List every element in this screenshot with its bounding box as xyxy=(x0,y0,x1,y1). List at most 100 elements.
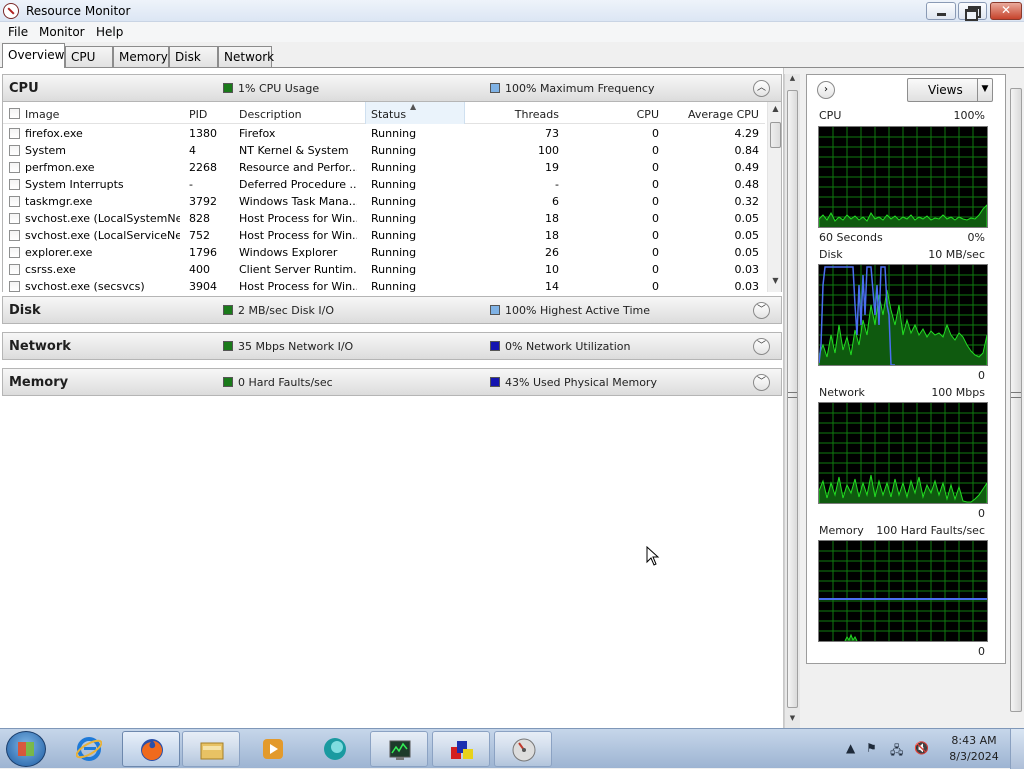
main-pane-scrollbar[interactable]: ▲ ▼ xyxy=(784,74,800,728)
cpu-table-scrollbar[interactable]: ▲ ▼ xyxy=(767,102,781,292)
row-checkbox[interactable] xyxy=(9,247,20,258)
table-cell: 0.05 xyxy=(734,212,760,225)
main-scroll-thumb[interactable] xyxy=(787,90,798,708)
main-scroll-up-arrow-icon[interactable]: ▲ xyxy=(785,74,800,88)
disk-expand-chevron-down-icon[interactable]: ﹀ xyxy=(753,302,770,319)
taskbar-file-explorer[interactable] xyxy=(182,731,240,767)
disk-section-header[interactable]: Disk 2 MB/sec Disk I/O 100% Highest Acti… xyxy=(2,296,782,324)
graph-panel-scroll-thumb[interactable] xyxy=(1010,88,1022,712)
menu-file[interactable]: File xyxy=(8,25,28,39)
network-section-header[interactable]: Network 35 Mbps Network I/O 0% Network U… xyxy=(2,332,782,360)
cpu-graph-canvas xyxy=(819,127,987,227)
tab-cpu[interactable]: CPU xyxy=(65,46,113,67)
select-all-checkbox[interactable] xyxy=(9,108,20,119)
main-scroll-grip-icon xyxy=(788,392,797,398)
table-row[interactable]: svchost.exe (LocalSystemNet... 828 Host Pr… xyxy=(3,210,765,227)
taskbar: ▲ ⚑ 🖧 🔇 8:43 AM 8/3/2024 xyxy=(0,728,1024,769)
table-cell: 4.29 xyxy=(734,127,760,140)
table-row[interactable]: csrss.exe 400 Client Server Runtim... Runni… xyxy=(3,261,765,278)
tab-overview[interactable]: Overview xyxy=(2,43,65,68)
action-center-flag-icon[interactable]: ⚑ xyxy=(866,741,877,755)
row-checkbox[interactable] xyxy=(9,145,20,156)
scroll-up-arrow-icon[interactable]: ▲ xyxy=(768,104,781,118)
start-button-windows-icon[interactable] xyxy=(6,731,46,767)
scroll-down-arrow-icon[interactable]: ▼ xyxy=(768,276,781,290)
table-cell: 26 xyxy=(545,246,559,259)
row-checkbox[interactable] xyxy=(9,128,20,139)
table-row[interactable]: System 4 NT Kernel & System Running 100 0 0.84 xyxy=(3,142,765,159)
network-io-text: 35 Mbps Network I/O xyxy=(238,340,354,353)
table-cell: Resource and Perfor... xyxy=(239,161,357,174)
taskbar-internet-explorer[interactable] xyxy=(60,731,118,767)
cpu-table-scroll-thumb[interactable] xyxy=(770,122,781,148)
row-checkbox[interactable] xyxy=(9,264,20,275)
table-row[interactable]: svchost.exe (LocalServiceNet... 752 Host P… xyxy=(3,227,765,244)
column-threads[interactable]: Threads xyxy=(471,108,559,121)
clock[interactable]: 8:43 AM 8/3/2024 xyxy=(944,733,1004,765)
column-pid[interactable]: PID xyxy=(189,108,207,121)
table-row[interactable]: svchost.exe (secsvcs) 3904 Host Process fo… xyxy=(3,278,765,292)
close-button[interactable] xyxy=(990,2,1022,20)
taskbar-globe-app[interactable] xyxy=(306,731,364,767)
table-cell: Firefox xyxy=(239,127,276,140)
column-image[interactable]: Image xyxy=(25,108,59,121)
tab-memory[interactable]: Memory xyxy=(113,46,169,67)
table-cell: Deferred Procedure ... xyxy=(239,178,357,191)
row-checkbox[interactable] xyxy=(9,196,20,207)
table-cell: Running xyxy=(371,263,417,276)
table-row[interactable]: explorer.exe 1796 Windows Explorer Running 2… xyxy=(3,244,765,261)
network-util-legend-swatch xyxy=(490,341,500,351)
table-row[interactable]: firefox.exe 1380 Firefox Running 73 0 4.29 xyxy=(3,125,765,142)
column-description[interactable]: Description xyxy=(239,108,302,121)
expand-panel-chevron-right-icon[interactable]: › xyxy=(817,81,835,99)
disk-io-text: 2 MB/sec Disk I/O xyxy=(238,304,335,317)
memory-expand-chevron-down-icon[interactable]: ﹀ xyxy=(753,374,770,391)
restore-button[interactable] xyxy=(958,2,987,21)
views-dropdown-button[interactable]: Views ▼ xyxy=(907,78,993,102)
row-checkbox[interactable] xyxy=(9,162,20,173)
graph-panel-scrollbar[interactable] xyxy=(1008,74,1024,728)
table-cell: 0.32 xyxy=(734,195,760,208)
table-cell: 0.05 xyxy=(734,246,760,259)
table-cell: 0.03 xyxy=(734,263,760,276)
memory-section-header[interactable]: Memory 0 Hard Faults/sec 43% Used Physic… xyxy=(2,368,782,396)
taskbar-paint-app[interactable] xyxy=(432,731,490,767)
cpu-section-header[interactable]: CPU 1% CPU Usage 100% Maximum Frequency … xyxy=(2,74,782,102)
firefox-icon xyxy=(141,739,163,761)
table-cell: 18 xyxy=(545,229,559,242)
network-util-text: 0% Network Utilization xyxy=(505,340,631,353)
cpu-usage-legend-swatch xyxy=(223,83,233,93)
network-icon[interactable]: 🖧 xyxy=(890,741,903,762)
column-status[interactable]: Status xyxy=(371,108,406,121)
minimize-button[interactable] xyxy=(926,2,956,20)
table-row[interactable]: System Interrupts - Deferred Procedure ...… xyxy=(3,176,765,193)
clock-date: 8/3/2024 xyxy=(949,750,999,763)
show-desktop-button[interactable] xyxy=(1010,729,1024,769)
column-average-cpu[interactable]: Average CPU xyxy=(667,108,759,121)
tab-network[interactable]: Network xyxy=(218,46,274,67)
taskbar-performance-monitor[interactable] xyxy=(494,731,552,767)
taskbar-media-player[interactable] xyxy=(244,731,302,767)
taskbar-resource-monitor[interactable] xyxy=(370,731,428,767)
volume-muted-icon[interactable]: 🔇 xyxy=(914,741,929,755)
dropdown-arrow-icon[interactable]: ▼ xyxy=(977,79,992,101)
menu-monitor[interactable]: Monitor xyxy=(39,25,85,39)
row-checkbox[interactable] xyxy=(9,179,20,190)
table-row[interactable]: taskmgr.exe 3792 Windows Task Mana... Runni… xyxy=(3,193,765,210)
row-checkbox[interactable] xyxy=(9,213,20,224)
tab-disk[interactable]: Disk xyxy=(169,46,218,67)
cpu-frequency-legend-swatch xyxy=(490,83,500,93)
table-cell: 100 xyxy=(538,144,559,157)
row-checkbox[interactable] xyxy=(9,281,20,292)
row-checkbox[interactable] xyxy=(9,230,20,241)
show-hidden-icons-icon[interactable]: ▲ xyxy=(846,741,855,755)
main-scroll-down-arrow-icon[interactable]: ▼ xyxy=(785,714,800,728)
network-expand-chevron-down-icon[interactable]: ﹀ xyxy=(753,338,770,355)
table-cell: Windows Task Mana... xyxy=(239,195,357,208)
column-cpu[interactable]: CPU xyxy=(569,108,659,121)
menu-help[interactable]: Help xyxy=(96,25,123,39)
table-cell: 18 xyxy=(545,212,559,225)
taskbar-firefox[interactable] xyxy=(122,731,180,767)
cpu-collapse-chevron-up-icon[interactable]: ︿ xyxy=(753,80,770,97)
table-row[interactable]: perfmon.exe 2268 Resource and Perfor... Run… xyxy=(3,159,765,176)
